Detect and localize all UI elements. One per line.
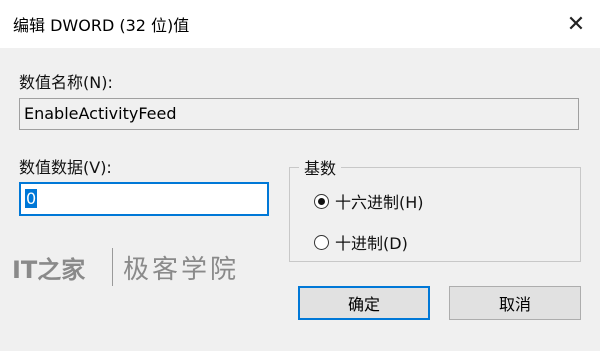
ithome-logo: IT之家 (12, 247, 102, 287)
cancel-button[interactable]: 取消 (449, 286, 581, 320)
value-data-label: 数值数据(V): (19, 158, 112, 177)
radio-decimal[interactable]: 十进制(D) (314, 230, 408, 254)
radio-hexadecimal-label: 十六进制(H) (335, 193, 424, 212)
title-bar: 编辑 DWORD (32 位)值 ✕ (0, 0, 600, 48)
radio-decimal-label: 十进制(D) (335, 234, 408, 253)
watermark: IT之家 极客学院 (12, 247, 239, 287)
value-name-field[interactable]: EnableActivityFeed (19, 98, 579, 130)
base-group-legend: 基数 (299, 155, 342, 179)
dialog-title: 编辑 DWORD (32 位)值 (13, 16, 190, 35)
value-name-label: 数值名称(N): (19, 73, 113, 92)
value-data-input[interactable]: 0 (19, 182, 269, 216)
close-icon: ✕ (566, 11, 586, 37)
radio-unselected-icon (314, 234, 329, 250)
watermark-text: 极客学院 (123, 254, 240, 285)
ok-button[interactable]: 确定 (298, 286, 430, 320)
dialog-body: 数值名称(N): EnableActivityFeed 数值数据(V): 0 基… (0, 48, 600, 351)
logo-text: IT之家 (12, 255, 86, 284)
radio-hexadecimal[interactable]: 十六进制(H) (314, 189, 424, 213)
watermark-separator (112, 248, 113, 286)
radio-selected-icon (314, 193, 329, 209)
value-data-text: 0 (25, 189, 38, 208)
close-button[interactable]: ✕ (552, 0, 600, 48)
